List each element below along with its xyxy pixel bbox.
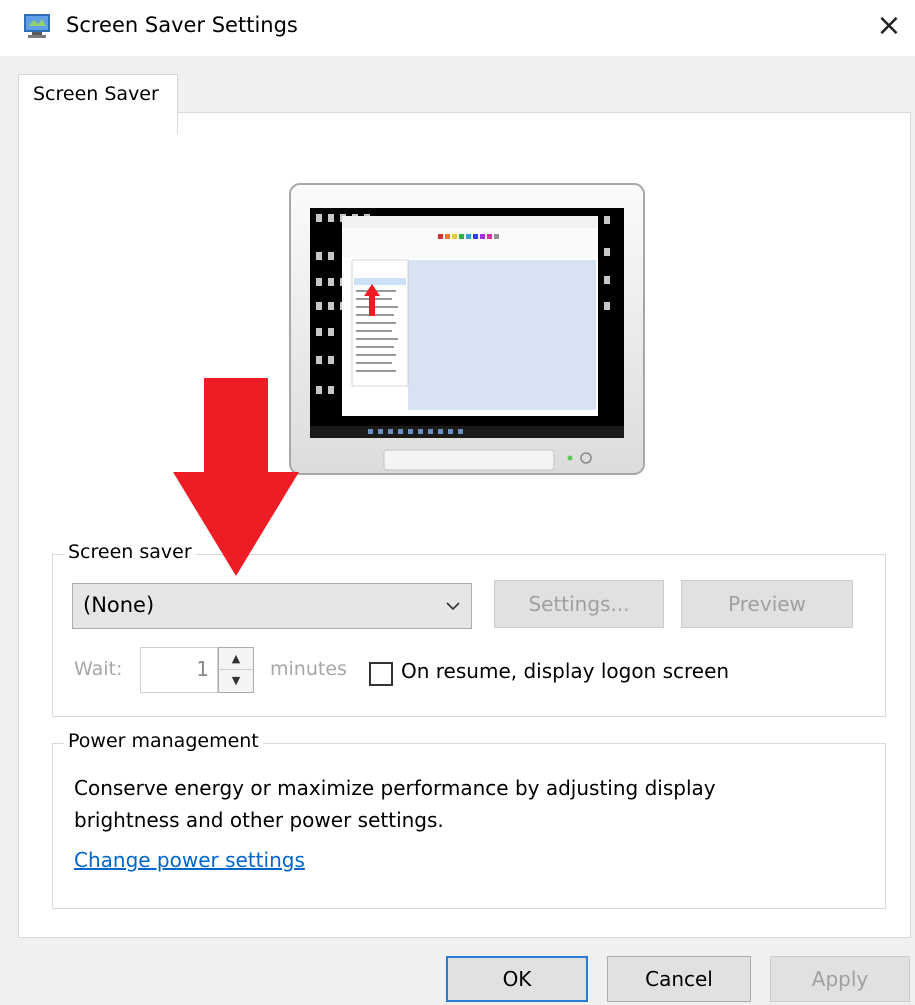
close-button[interactable]: × <box>872 10 906 44</box>
cancel-button[interactable]: Cancel <box>607 956 751 1002</box>
apply-button-label: Apply <box>811 967 869 991</box>
spin-up-button[interactable]: ▲ <box>219 648 253 670</box>
window-title: Screen Saver Settings <box>66 13 298 37</box>
minutes-label: minutes <box>270 658 347 680</box>
monitor-preview <box>289 183 645 475</box>
ok-button-label: OK <box>502 967 532 991</box>
settings-button[interactable]: Settings... <box>494 580 664 628</box>
resume-logon-checkbox-label[interactable]: On resume, display logon screen <box>401 659 729 683</box>
apply-button[interactable]: Apply <box>770 956 910 1002</box>
wait-spinner: ▲ ▼ <box>218 647 254 693</box>
screen-saver-app-icon <box>24 14 50 38</box>
ok-button[interactable]: OK <box>446 956 588 1002</box>
tab-label: Screen Saver <box>33 83 159 105</box>
settings-button-label: Settings... <box>528 592 630 616</box>
wait-label: Wait: <box>74 658 123 680</box>
power-management-group-label: Power management <box>64 730 263 752</box>
resume-logon-checkbox[interactable] <box>369 662 393 686</box>
screen-saver-dropdown[interactable]: (None) <box>72 583 472 629</box>
screen-saver-dropdown-value: (None) <box>83 593 155 617</box>
chevron-down-icon <box>446 602 460 611</box>
title-bar: Screen Saver Settings × <box>0 0 915 56</box>
wait-minutes-value: 1 <box>196 657 209 681</box>
preview-button[interactable]: Preview <box>681 580 853 628</box>
wait-minutes-input[interactable]: 1 <box>140 647 218 693</box>
spin-down-button[interactable]: ▼ <box>219 670 253 692</box>
power-description: Conserve energy or maximize performance … <box>74 776 716 832</box>
preview-button-label: Preview <box>728 592 806 616</box>
tab-screen-saver[interactable]: Screen Saver <box>18 74 178 134</box>
red-annotation-arrow <box>173 378 299 576</box>
change-power-settings-link[interactable]: Change power settings <box>74 848 305 872</box>
cancel-button-label: Cancel <box>645 967 713 991</box>
